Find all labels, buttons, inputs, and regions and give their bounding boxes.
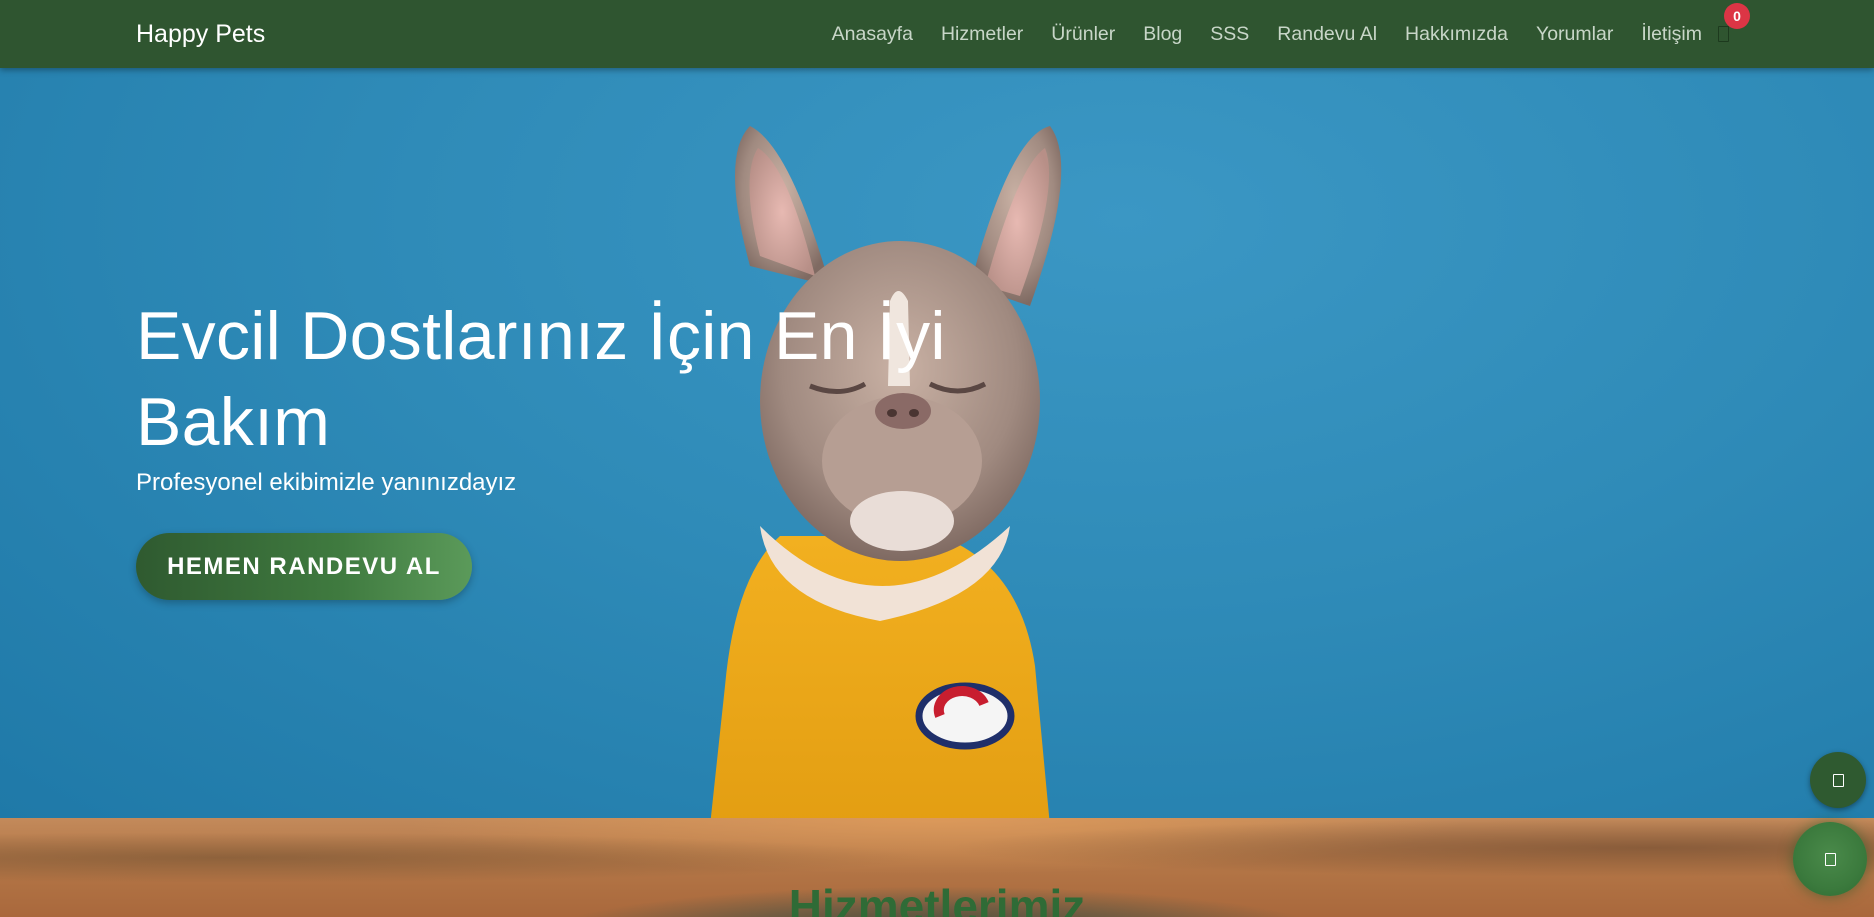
nav-link-urunler[interactable]: Ürünler — [1051, 22, 1115, 46]
nav-link-hizmetler[interactable]: Hizmetler — [941, 22, 1023, 46]
nav-links: Anasayfa Hizmetler Ürünler Blog SSS Rand… — [832, 22, 1702, 46]
nav-link-randevu-al[interactable]: Randevu Al — [1277, 22, 1377, 46]
nav-link-yorumlar[interactable]: Yorumlar — [1536, 22, 1613, 46]
nav-link-hakkimizda[interactable]: Hakkımızda — [1405, 22, 1508, 46]
hero-subtitle: Profesyonel ekibimizle yanınızdayız — [136, 469, 517, 496]
navbar: Happy Pets Anasayfa Hizmetler Ürünler Bl… — [0, 0, 1874, 68]
services-title: Hizmetlerimiz — [788, 880, 1086, 917]
hero-section: Evcil Dostlarınız İçin En İyi Bakım Prof… — [0, 68, 1874, 818]
brand-logo[interactable]: Happy Pets — [136, 20, 265, 48]
dog-photo — [710, 126, 1062, 818]
nav-link-blog[interactable]: Blog — [1143, 22, 1182, 46]
nav-link-sss[interactable]: SSS — [1210, 22, 1249, 46]
nav-link-iletisim[interactable]: İletişim — [1641, 22, 1702, 46]
arrow-up-glyph — [1832, 773, 1844, 787]
cart-glyph — [1718, 26, 1729, 42]
cart-count-badge: 0 — [1724, 3, 1750, 29]
book-appointment-button[interactable]: HEMEN RANDEVU AL — [136, 533, 472, 600]
nav-link-anasayfa[interactable]: Anasayfa — [832, 22, 913, 46]
chat-glyph — [1824, 852, 1836, 866]
services-section: Hizmetlerimiz — [0, 818, 1874, 917]
arrow-up-icon[interactable] — [1810, 752, 1866, 808]
chat-icon[interactable] — [1793, 822, 1867, 896]
hero-title: Evcil Dostlarınız İçin En İyi Bakım — [136, 298, 946, 460]
